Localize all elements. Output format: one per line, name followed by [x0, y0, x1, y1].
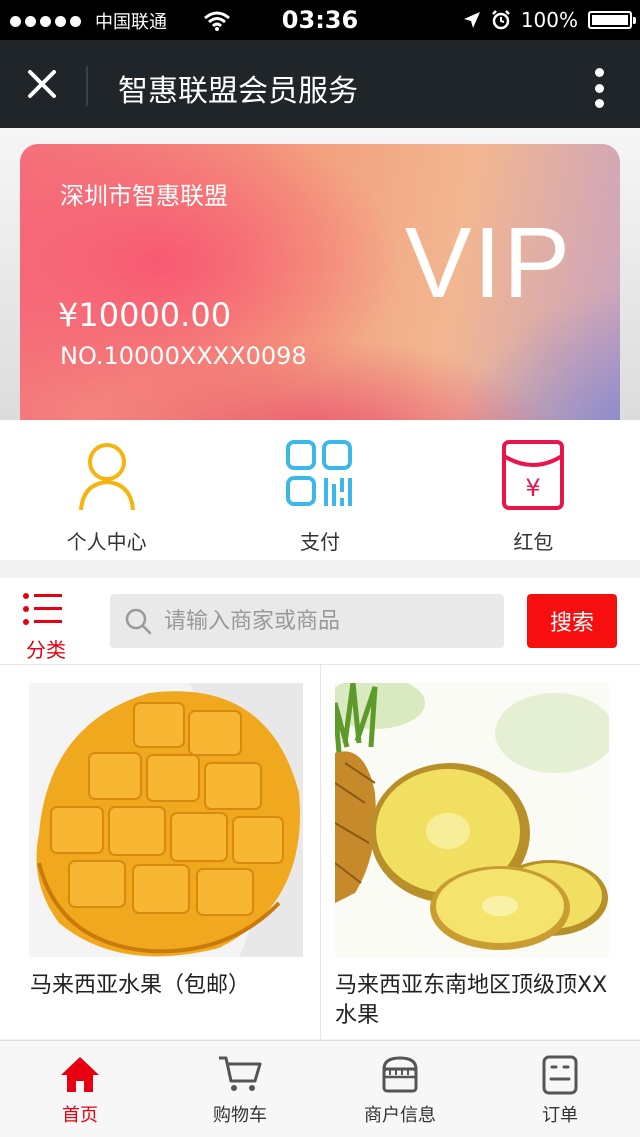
battery-icon: [588, 11, 636, 29]
store-icon: [382, 1056, 418, 1093]
quick-action-label: 个人中心: [66, 530, 147, 554]
tab-label: 订单: [542, 1105, 578, 1126]
product-card[interactable]: 马来西亚水果（包邮）: [0, 665, 320, 1039]
pay-grid-icon: [285, 440, 352, 506]
status-bar: 中国联通 03:36 100%: [0, 0, 640, 40]
cart-icon: [219, 1056, 262, 1091]
quick-action-red-envelope[interactable]: ¥ 红包: [427, 420, 640, 560]
search-box[interactable]: [110, 594, 504, 648]
red-envelope-icon: ¥: [502, 440, 565, 510]
list-icon: [23, 593, 62, 625]
svg-text:¥: ¥: [526, 474, 541, 502]
search-button[interactable]: 搜索: [527, 594, 617, 648]
product-card[interactable]: 马来西亚东南地区顶级顶XX水果: [320, 665, 640, 1039]
product-grid: 马来西亚水果（包邮） 马来西亚东南地区顶级顶XX水果: [0, 665, 640, 1039]
quick-action-label: 支付: [299, 530, 340, 554]
product-name[interactable]: 马来西亚水果（包邮）: [30, 971, 300, 1001]
tab-label: 商户信息: [364, 1105, 436, 1126]
close-icon[interactable]: [22, 64, 62, 104]
search-input[interactable]: [162, 607, 486, 635]
card-organization: 深圳市智惠联盟: [60, 182, 228, 210]
card-level: VIP: [404, 207, 572, 319]
alarm-icon: [491, 10, 510, 30]
more-vertical-icon[interactable]: [594, 68, 604, 108]
tab-orders[interactable]: 订单: [480, 1041, 640, 1137]
nav-bar: 智惠联盟会员服务: [0, 40, 640, 128]
tab-label: 首页: [62, 1105, 98, 1126]
quick-action-pay[interactable]: 支付: [213, 420, 426, 560]
tab-cart[interactable]: 购物车: [160, 1041, 320, 1137]
quick-action-label: 红包: [513, 530, 554, 554]
card-area: 深圳市智惠联盟 VIP ¥10000.00 NO.10000XXXX0098: [0, 128, 640, 444]
status-right: 100%: [463, 8, 636, 32]
search-icon: [125, 608, 152, 635]
quick-actions: 个人中心 支付 ¥ 红包: [0, 420, 640, 560]
tab-home[interactable]: 首页: [0, 1041, 160, 1137]
page-title: 智惠联盟会员服务: [118, 74, 358, 109]
quick-action-personal-center[interactable]: 个人中心: [0, 420, 213, 560]
category-button[interactable]: 分类: [22, 592, 66, 662]
home-icon: [61, 1057, 99, 1092]
card-balance: ¥10000.00: [58, 296, 232, 334]
product-image-pineapple[interactable]: [335, 683, 609, 957]
tab-label: 购物车: [213, 1105, 267, 1126]
product-name[interactable]: 马来西亚东南地区顶级顶XX水果: [335, 971, 625, 1031]
category-label: 分类: [26, 638, 66, 662]
person-icon: [78, 443, 135, 511]
member-card[interactable]: 深圳市智惠联盟 VIP ¥10000.00 NO.10000XXXX0098: [20, 144, 620, 444]
tab-store-info[interactable]: 商户信息: [320, 1041, 480, 1137]
product-image-mango[interactable]: [29, 683, 303, 957]
location-arrow-icon: [463, 12, 480, 28]
nav-divider: [86, 66, 88, 106]
search-bar: 分类 搜索: [0, 578, 640, 665]
battery-percent: 100%: [520, 8, 578, 32]
tab-bar: 首页 购物车 商户信息 订单: [0, 1040, 640, 1137]
card-number: NO.10000XXXX0098: [60, 342, 307, 370]
order-icon: [542, 1055, 578, 1095]
